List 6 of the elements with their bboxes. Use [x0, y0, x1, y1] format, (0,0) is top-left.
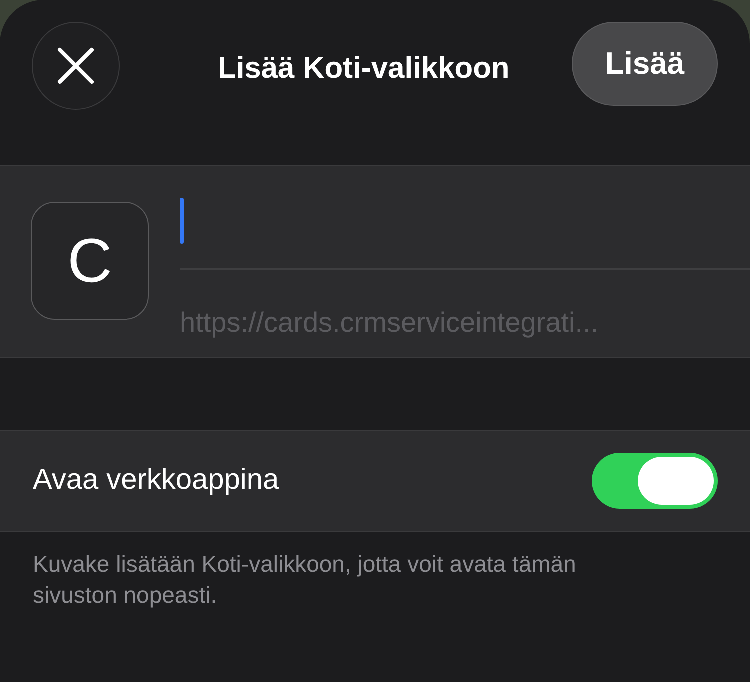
footer-note: Kuvake lisätään Koti-valikkoon, jotta voit avata tämän sivuston nopeasti. — [32, 550, 578, 610]
app-icon: C — [31, 202, 149, 320]
sheet-title: Lisää Koti-valikkoon — [218, 51, 511, 87]
close-icon — [57, 47, 95, 85]
add-button[interactable]: Lisää — [572, 22, 718, 106]
toggle-label: Avaa verkkoappina — [33, 463, 280, 498]
